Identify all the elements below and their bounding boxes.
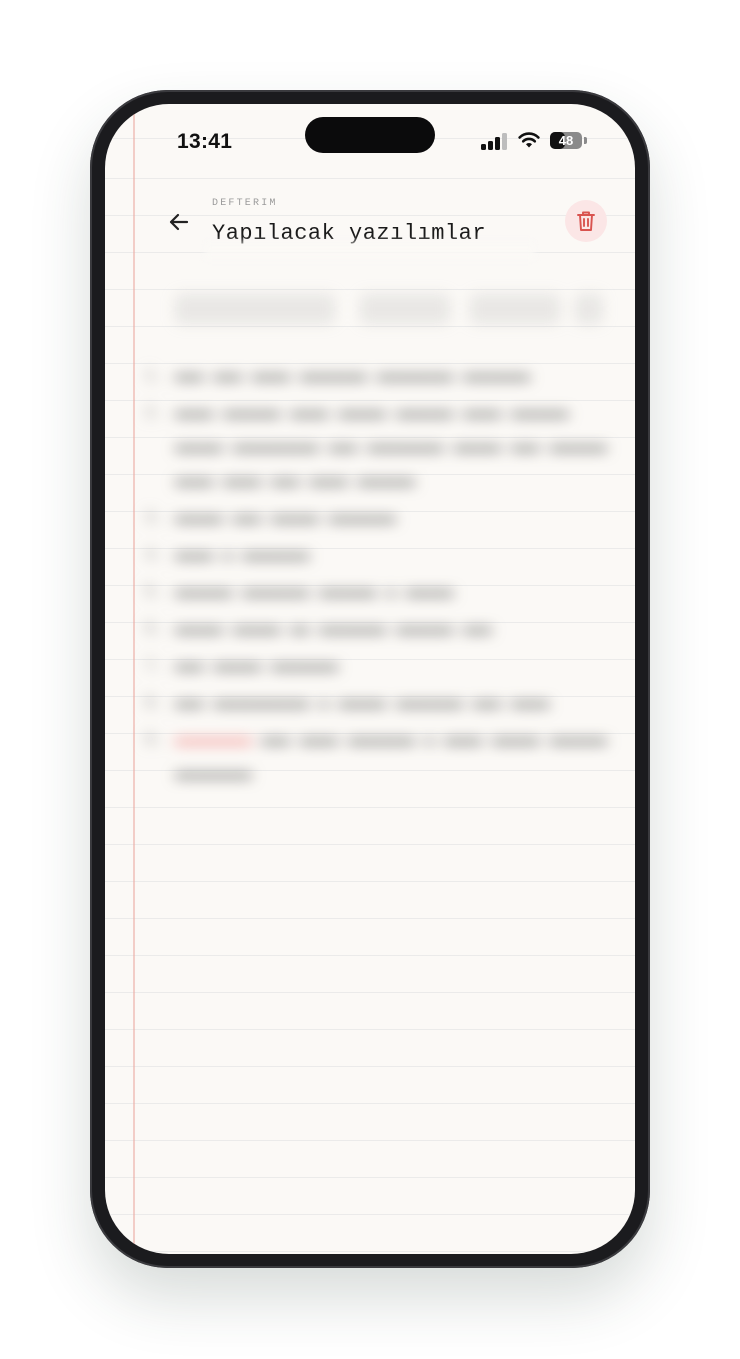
list-item: 3. ▬▬▬▬▬ ▬▬▬ ▬▬▬▬▬ ▬▬▬▬▬▬▬ (145, 509, 396, 527)
toolbar-chip (360, 294, 450, 324)
notebook-label: DEFTERIM (212, 198, 278, 209)
list-item: 1. ▬▬▬ ▬▬▬ ▬▬▬▬ ▬▬▬▬▬▬▬ ▬▬▬▬▬▬▬▬ ▬▬▬▬▬▬▬ (145, 367, 531, 385)
note-list: 1. ▬▬▬ ▬▬▬ ▬▬▬▬ ▬▬▬▬▬▬▬ ▬▬▬▬▬▬▬▬ ▬▬▬▬▬▬▬ … (145, 359, 615, 794)
list-item: 2. ▬▬▬▬ ▬▬▬▬▬▬ ▬▬▬▬ ▬▬▬▬▬ ▬▬▬▬▬▬ ▬▬▬▬ ▬▬▬… (145, 404, 608, 490)
toolbar-chip (470, 294, 560, 324)
phone-frame: 13:41 48 DEFTERIM Yapılacak yazılımlar 1… (90, 90, 650, 1268)
status-bar: 13:41 48 (105, 104, 635, 174)
list-item: 8. ▬▬▬ ▬▬▬▬▬▬▬▬▬▬ ▬ ▬▬▬▬▬ ▬▬▬▬▬▬▬ ▬▬▬ ▬▬▬… (145, 694, 550, 712)
toolbar-chip (575, 294, 603, 324)
list-item: 7. ▬▬▬ ▬▬▬▬▬ ▬▬▬▬▬▬▬ (145, 657, 339, 675)
delete-button[interactable] (565, 200, 607, 242)
battery-percent: 48 (558, 133, 574, 148)
back-button[interactable] (163, 206, 195, 238)
list-item: 5. ▬▬▬▬▬▬ ▬▬▬▬▬▬▬ ▬▬▬▬▬▬ ▬ ▬▬▬▬▬ (145, 583, 454, 601)
trash-icon (577, 211, 595, 231)
toolbar-chip (175, 294, 335, 324)
status-time: 13:41 (177, 130, 233, 153)
dynamic-island (305, 117, 435, 153)
note-header: DEFTERIM Yapılacak yazılımlar (105, 184, 635, 260)
blurred-note-content: 1. ▬▬▬ ▬▬▬ ▬▬▬▬ ▬▬▬▬▬▬▬ ▬▬▬▬▬▬▬▬ ▬▬▬▬▬▬▬ … (105, 254, 635, 1254)
list-item: 9. ▬▬▬▬▬▬▬▬ ▬▬▬ ▬▬▬▬ ▬▬▬▬▬▬▬ ▬ ▬▬▬▬ ▬▬▬▬▬… (145, 731, 608, 783)
arrow-left-icon (169, 213, 189, 231)
battery-cap (584, 137, 587, 144)
battery-icon: 48 (550, 132, 582, 149)
formatting-toolbar (175, 294, 615, 324)
wifi-icon (517, 130, 541, 150)
list-item: 6. ▬▬▬▬▬ ▬▬▬▬▬ ▬▬ ▬▬▬▬▬▬▬ ▬▬▬▬▬▬ ▬▬▬ (145, 620, 492, 638)
list-item: 4. ▬▬▬▬ ▬ ▬▬▬▬▬▬▬ (145, 546, 310, 564)
cellular-signal-icon (481, 132, 509, 150)
app-screen: 13:41 48 DEFTERIM Yapılacak yazılımlar 1… (105, 104, 635, 1254)
